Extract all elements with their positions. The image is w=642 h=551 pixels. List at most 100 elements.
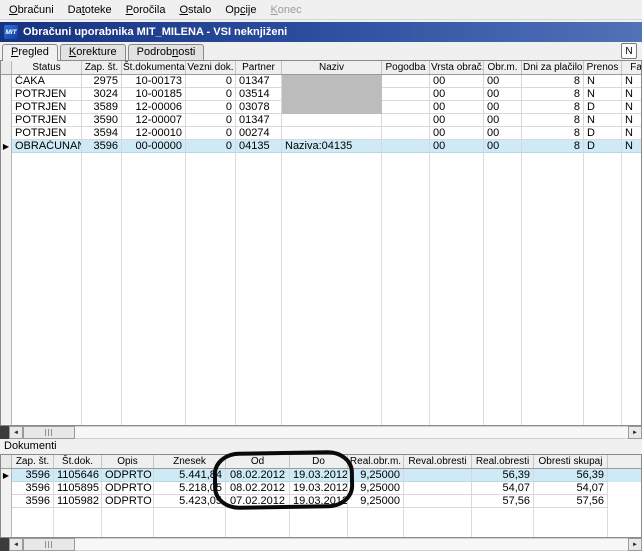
scroll-right-button[interactable]: ► [628,426,642,439]
cell[interactable]: 54,07 [534,482,608,495]
cell[interactable] [404,495,472,508]
cell[interactable]: 10-00173 [122,75,186,88]
cell[interactable]: 3596 [12,482,54,495]
table-row[interactable]: 3596 1105895 ODPRTO 5.218,05 08.02.2012 19.03… [1,482,641,495]
scroll-left-button[interactable]: ◄ [9,538,23,551]
cell[interactable]: 00 [430,101,484,114]
column-header-status[interactable]: Status [12,61,82,74]
cell[interactable]: 5.441,84 [154,469,226,482]
row-selector[interactable] [1,75,12,88]
cell[interactable] [382,140,430,153]
cell[interactable] [282,114,382,127]
cell[interactable] [404,469,472,482]
cell[interactable]: 3594 [82,127,122,140]
column-header-reval-obresti[interactable]: Reval.obresti [404,455,472,468]
table-row[interactable]: ▶ OBRAČUNAN 3596 00-00000 0 04135 Naziva:04135… [1,140,641,153]
column-header-dni-za-pla-ilo[interactable]: Dni za plačilo [522,61,584,74]
cell[interactable] [404,482,472,495]
cell[interactable]: 00-00000 [122,140,186,153]
cell[interactable]: 1105895 [54,482,102,495]
table-row[interactable]: POTRJEN 3024 10-00185 0 03514 00 00 8 N N [1,88,641,101]
cell[interactable]: 2975 [82,75,122,88]
row-marker-icon[interactable]: ▶ [1,469,12,482]
cell[interactable]: 01347 [236,114,282,127]
cell[interactable]: N [584,88,622,101]
cell[interactable]: 00 [430,114,484,127]
cell[interactable]: POTRJEN [12,127,82,140]
scrollbar-thumb[interactable] [23,426,75,439]
column-header-real-obresti[interactable]: Real.obresti [472,455,534,468]
cell[interactable]: 1105982 [54,495,102,508]
cell[interactable]: OBRAČUNAN [12,140,82,153]
cell[interactable]: 56,39 [534,469,608,482]
cell[interactable]: 8 [522,75,584,88]
cell[interactable]: N [622,114,641,127]
column-header-do[interactable]: Do [290,455,348,468]
cell[interactable]: 56,39 [472,469,534,482]
cell[interactable]: 8 [522,127,584,140]
column-header-real-obr-m[interactable]: Real.obr.m. [348,455,404,468]
cell[interactable] [282,88,382,101]
n-button[interactable]: N [621,43,637,59]
cell[interactable] [382,88,430,101]
row-marker-icon[interactable]: ▶ [1,140,12,153]
column-header-obresti-skupaj[interactable]: Obresti skupaj [534,455,608,468]
row-selector[interactable] [1,88,12,101]
menu-item-datoteke[interactable]: Datoteke [61,2,119,18]
cell[interactable]: 3589 [82,101,122,114]
cell[interactable]: 12-00006 [122,101,186,114]
cell[interactable]: D [584,101,622,114]
cell[interactable]: 5.423,05 [154,495,226,508]
tab-podrobnosti[interactable]: Podrobnosti [127,44,205,60]
cell[interactable]: POTRJEN [12,88,82,101]
cell[interactable]: 00 [430,88,484,101]
cell[interactable] [282,75,382,88]
row-selector[interactable] [1,482,12,495]
cell[interactable]: ODPRTO [102,495,154,508]
column-header-vrsta-obra[interactable]: Vrsta obrač. [430,61,484,74]
cell[interactable]: 00 [484,101,522,114]
cell[interactable]: 3596 [12,469,54,482]
cell[interactable]: 10-00185 [122,88,186,101]
cell[interactable]: POTRJEN [12,114,82,127]
cell[interactable]: 0 [186,140,236,153]
table-row[interactable]: ▶ 3596 1105646 ODPRTO 5.441,84 08.02.2012 19.0… [1,469,641,482]
column-header-prenos[interactable]: Prenos [584,61,622,74]
cell[interactable]: 03078 [236,101,282,114]
cell[interactable]: 12-00007 [122,114,186,127]
cell[interactable]: POTRJEN [12,101,82,114]
cell[interactable]: 00 [484,88,522,101]
cell[interactable]: 9,25000 [348,469,404,482]
cell[interactable]: 0 [186,127,236,140]
tab-korekture[interactable]: Korekture [59,44,126,60]
table-row[interactable]: POTRJEN 3594 12-00010 0 00274 00 00 8 D N [1,127,641,140]
column-header-zap-t[interactable]: Zap. št. [82,61,122,74]
cell[interactable]: 00 [430,75,484,88]
cell[interactable]: 8 [522,114,584,127]
column-header-t-dok[interactable]: Št.dok. [54,455,102,468]
cell[interactable]: D [584,127,622,140]
cell[interactable]: 57,56 [534,495,608,508]
table-row[interactable]: POTRJEN 3589 12-00006 0 03078 00 00 8 D N [1,101,641,114]
table-row[interactable]: ČAKA 2975 10-00173 0 01347 00 00 8 N N [1,75,641,88]
cell[interactable]: 12-00010 [122,127,186,140]
cell[interactable]: 1105646 [54,469,102,482]
cell[interactable]: 0 [186,114,236,127]
cell[interactable]: 03514 [236,88,282,101]
cell[interactable] [382,127,430,140]
cell[interactable] [382,114,430,127]
cell[interactable] [282,101,382,114]
cell[interactable]: ODPRTO [102,469,154,482]
cell[interactable]: N [622,140,641,153]
row-selector[interactable] [1,114,12,127]
cell[interactable]: N [622,88,641,101]
column-header-od[interactable]: Od [226,455,290,468]
cell[interactable]: N [622,101,641,114]
cell[interactable]: 8 [522,140,584,153]
column-header-pogodba[interactable]: Pogodba [382,61,430,74]
column-header-zap-t[interactable]: Zap. št. [12,455,54,468]
cell[interactable]: 3024 [82,88,122,101]
scrollbar-track[interactable] [75,426,628,439]
cell[interactable]: 08.02.2012 [226,469,290,482]
cell[interactable]: 19.03.2012 [290,469,348,482]
